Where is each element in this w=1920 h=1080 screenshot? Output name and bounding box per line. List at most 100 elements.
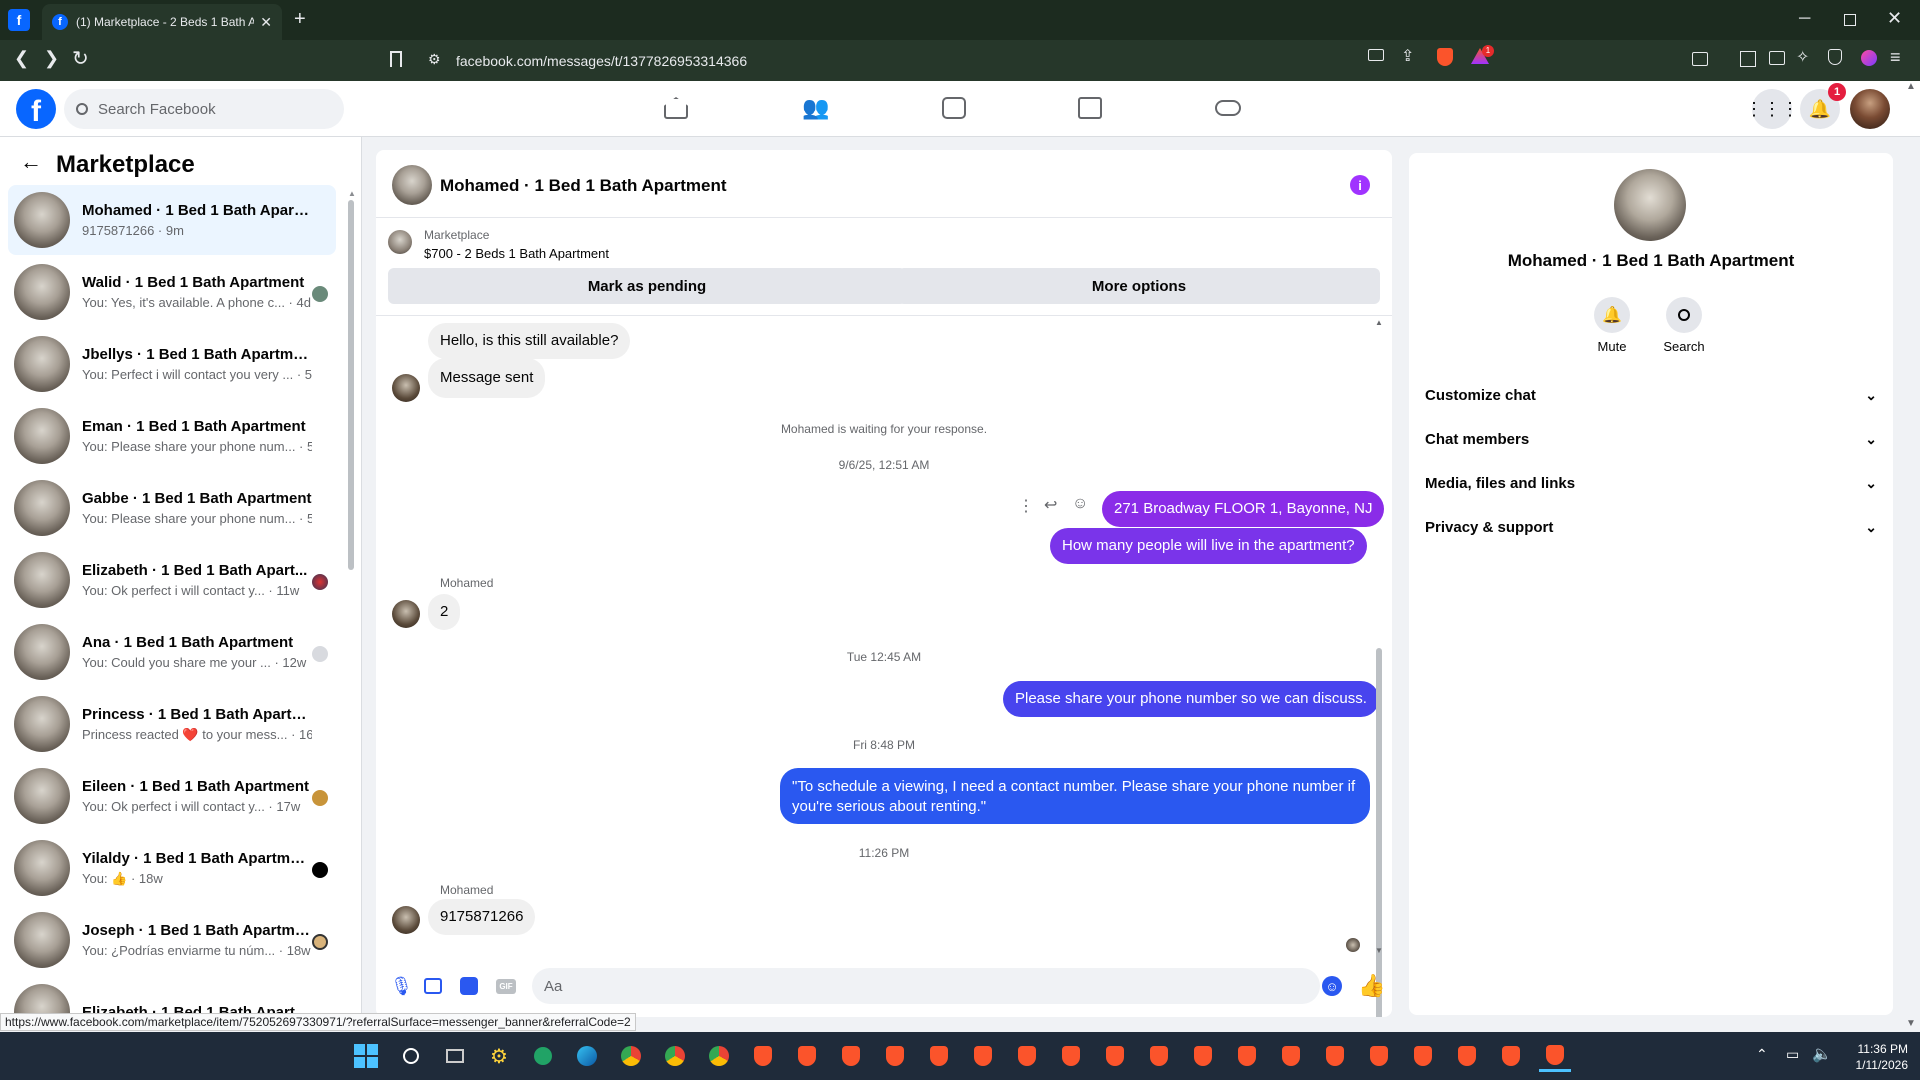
scroll-down-arrow-icon[interactable]: ▼ — [1375, 946, 1383, 955]
facebook-logo-icon[interactable]: f — [16, 89, 56, 129]
wallet-icon[interactable] — [1769, 51, 1785, 65]
brave-icon[interactable] — [1319, 1040, 1351, 1072]
conversation-item[interactable]: Ana · 1 Bed 1 Bath Apartment You: Could y… — [8, 617, 336, 687]
scroll-up-icon[interactable]: ▲ — [1906, 81, 1916, 92]
conversation-item[interactable]: Yilaldy · 1 Bed 1 Bath Apartment You: 👍 ·… — [8, 833, 336, 903]
cast-icon[interactable] — [1368, 49, 1384, 61]
react-icon[interactable]: ☺ — [1072, 495, 1088, 513]
more-options-button[interactable]: More options — [898, 268, 1380, 304]
back-icon[interactable]: ❮ — [14, 48, 29, 69]
search-icon[interactable] — [1666, 297, 1702, 333]
conversation-item[interactable]: Jbellys · 1 Bed 1 Bath Apartment You: Per… — [8, 329, 336, 399]
brave-icon[interactable] — [923, 1040, 955, 1072]
brave-icon[interactable] — [1495, 1040, 1527, 1072]
brave-shield-icon[interactable] — [1437, 48, 1453, 66]
conversation-item[interactable]: Elizabeth · 1 Bed 1 Bath Apart... — [8, 977, 336, 1017]
show-hidden-icons[interactable]: ⌃ — [1756, 1046, 1768, 1063]
chrome-icon[interactable] — [615, 1040, 647, 1072]
chat-header-avatar[interactable] — [392, 165, 432, 205]
task-view-icon[interactable] — [439, 1040, 471, 1072]
reply-icon[interactable]: ↩ — [1044, 495, 1057, 515]
attach-photo-icon[interactable] — [424, 978, 442, 994]
brave-icon[interactable] — [1363, 1040, 1395, 1072]
new-tab-icon[interactable]: + — [294, 8, 306, 31]
brave-icon[interactable] — [835, 1040, 867, 1072]
scrollbar-thumb[interactable] — [1376, 648, 1382, 1017]
start-icon[interactable] — [350, 1040, 382, 1072]
gaming-icon[interactable] — [1215, 100, 1241, 116]
brave-icon[interactable] — [879, 1040, 911, 1072]
close-window-icon[interactable]: ✕ — [1887, 8, 1902, 29]
contact-profile-avatar[interactable] — [1614, 169, 1686, 241]
clock-time[interactable]: 11:36 PM — [1844, 1042, 1908, 1056]
browser-tab[interactable]: f (1) Marketplace - 2 Beds 1 Bath Apar ✕ — [42, 4, 282, 40]
scrollbar-thumb[interactable] — [348, 200, 354, 570]
brave-icon[interactable] — [1451, 1040, 1483, 1072]
reload-icon[interactable]: ↻ — [72, 46, 89, 71]
marketplace-icon[interactable] — [1078, 97, 1102, 119]
chrome-icon[interactable] — [659, 1040, 691, 1072]
home-icon[interactable] — [664, 97, 688, 119]
brave-icon[interactable] — [1099, 1040, 1131, 1072]
close-tab-icon[interactable]: ✕ — [260, 14, 272, 31]
brave-icon[interactable] — [967, 1040, 999, 1072]
more-actions-icon[interactable]: ⋮ — [1018, 496, 1034, 516]
conversation-item[interactable]: Eman · 1 Bed 1 Bath Apartment You: Please… — [8, 401, 336, 471]
chrome-icon[interactable] — [703, 1040, 735, 1072]
voice-clip-icon[interactable]: 🎙 — [390, 976, 413, 997]
emoji-icon[interactable]: ☺ — [1322, 976, 1342, 996]
brave-icon[interactable] — [1143, 1040, 1175, 1072]
listing-banner-thumbnail[interactable] — [388, 230, 412, 254]
sidebar-toggle-icon[interactable] — [1740, 51, 1756, 67]
brave-icon[interactable] — [1187, 1040, 1219, 1072]
listing-link[interactable]: $700 - 2 Beds 1 Bath Apartment — [424, 246, 609, 261]
scroll-up-arrow-icon[interactable]: ▲ — [348, 189, 356, 198]
vpn-icon[interactable] — [1828, 49, 1842, 65]
menu-icon[interactable]: ≡ — [1890, 47, 1901, 68]
search-box[interactable]: Search Facebook — [64, 89, 344, 129]
gif-icon[interactable]: GIF — [496, 979, 516, 994]
screenshot-icon[interactable] — [1692, 52, 1708, 66]
chat-scrollbar[interactable]: ▲ ▼ — [1375, 318, 1383, 1017]
section-chat-members[interactable]: Chat members ⌄ — [1425, 419, 1877, 459]
chat-title[interactable]: Mohamed · 1 Bed 1 Bath Apartment — [440, 176, 727, 196]
clock-date[interactable]: 1/11/2026 — [1844, 1058, 1909, 1072]
account-avatar[interactable] — [1850, 89, 1890, 129]
sticker-icon[interactable] — [460, 977, 478, 995]
volume-icon[interactable]: 🔈 — [1812, 1044, 1832, 1064]
mute-bell-icon[interactable]: 🔔 — [1594, 297, 1630, 333]
brave-icon[interactable] — [747, 1040, 779, 1072]
scroll-up-arrow-icon[interactable]: ▲ — [1375, 318, 1383, 327]
minimize-icon[interactable]: ─ — [1799, 10, 1810, 28]
like-thumbs-up-icon[interactable]: 👍 — [1358, 973, 1385, 999]
section-customize-chat[interactable]: Customize chat ⌄ — [1425, 375, 1877, 415]
bookmark-icon[interactable] — [390, 51, 402, 67]
edge-icon[interactable] — [571, 1040, 603, 1072]
search-icon[interactable] — [395, 1040, 427, 1072]
search-input[interactable]: Search Facebook — [98, 101, 216, 118]
brave-icon[interactable] — [1231, 1040, 1263, 1072]
section-media-files-links[interactable]: Media, files and links ⌄ — [1425, 463, 1877, 503]
leo-ai-icon[interactable]: ✧ — [1796, 47, 1809, 67]
address-bar[interactable]: ⚙ facebook.com/messages/t/13778269533143… — [416, 45, 1496, 76]
back-arrow-icon[interactable]: ← — [20, 149, 42, 175]
share-icon[interactable]: ⇪ — [1401, 46, 1414, 66]
page-scroll-down-icon[interactable]: ▼ — [1906, 1018, 1916, 1029]
app-icon[interactable]: ⚙ — [483, 1040, 515, 1072]
brave-icon[interactable] — [1407, 1040, 1439, 1072]
conversation-item[interactable]: Gabbe · 1 Bed 1 Bath Apartment You: Pleas… — [8, 473, 336, 543]
brave-icon[interactable] — [1275, 1040, 1307, 1072]
info-icon[interactable]: i — [1350, 175, 1370, 195]
conversation-item[interactable]: Elizabeth · 1 Bed 1 Bath Apart... You: Ok… — [8, 545, 336, 615]
conversation-item[interactable]: Joseph · 1 Bed 1 Bath Apartme... You: ¿Po… — [8, 905, 336, 975]
conversation-item[interactable]: Eileen · 1 Bed 1 Bath Apartment You: Ok p… — [8, 761, 336, 831]
conversation-item[interactable]: Walid · 1 Bed 1 Bath Apartment You: Yes, … — [8, 257, 336, 327]
video-icon[interactable] — [942, 97, 966, 119]
network-icon[interactable]: ▭ — [1786, 1046, 1799, 1063]
forward-icon[interactable]: ❯ — [44, 48, 59, 69]
app-icon[interactable] — [527, 1040, 559, 1072]
sidebar-scrollbar[interactable]: ▲ — [348, 189, 356, 1009]
brave-icon-active[interactable] — [1539, 1040, 1571, 1072]
profile-icon[interactable] — [1861, 50, 1877, 66]
restore-icon[interactable] — [1844, 14, 1856, 26]
